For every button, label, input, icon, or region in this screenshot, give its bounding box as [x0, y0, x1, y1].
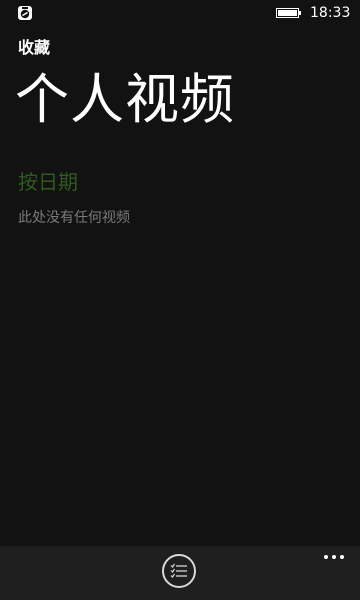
status-bar: 18:33: [0, 0, 360, 26]
page-title: 个人视频: [15, 68, 235, 131]
more-options-icon[interactable]: [318, 550, 350, 564]
section-header-by-date[interactable]: 按日期: [18, 168, 78, 196]
app-notification-icon: [18, 6, 32, 20]
screen: 18:33 收藏 个人视频 按日期 此处没有任何视频: [0, 0, 360, 600]
empty-message: 此处没有任何视频: [18, 210, 130, 226]
select-list-icon: [170, 563, 187, 578]
app-title: 收藏: [18, 38, 51, 57]
status-time: 18:33: [310, 5, 351, 21]
battery-icon: [276, 8, 301, 18]
select-button[interactable]: [162, 554, 196, 588]
app-bar: [0, 546, 360, 600]
